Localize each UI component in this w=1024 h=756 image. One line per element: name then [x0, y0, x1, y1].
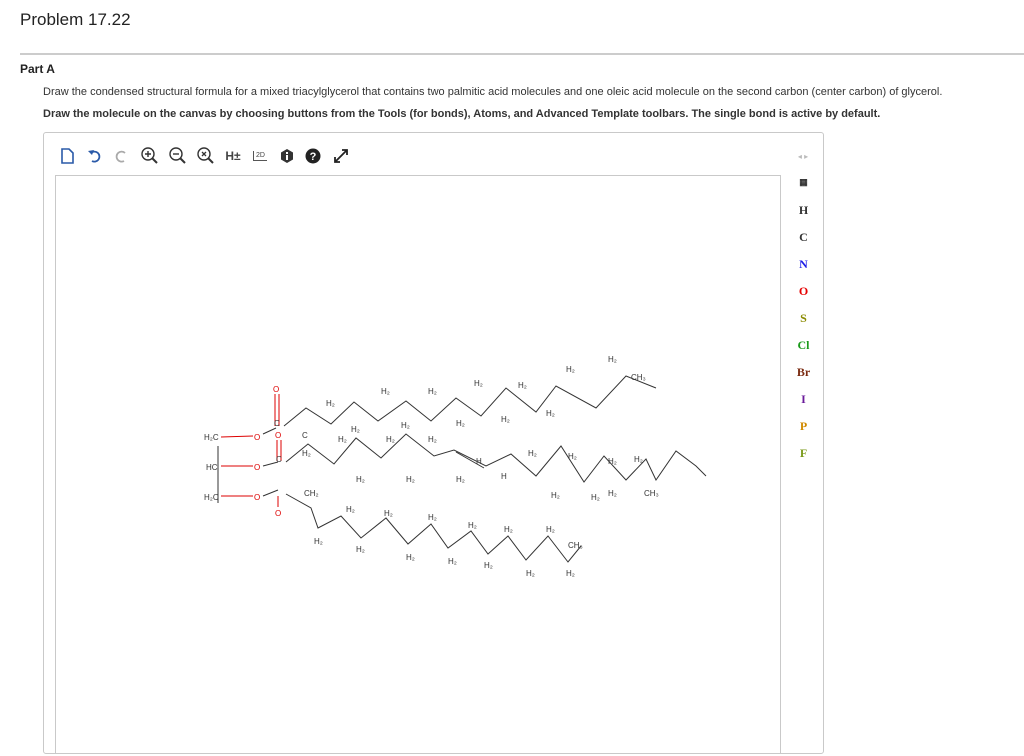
atom-h-button[interactable]: H: [784, 203, 823, 218]
ch2-label: H₂: [526, 569, 535, 578]
ch2-group-label: CH₂: [304, 489, 319, 498]
clean-2d-button[interactable]: 2D: [249, 147, 271, 165]
carbonyl-oxygen-1: O: [273, 385, 279, 394]
undo-icon[interactable]: [86, 147, 104, 165]
atom-cl-button[interactable]: Cl: [784, 338, 823, 353]
carbonyl-oxygen-3: O: [275, 509, 281, 518]
problem-title: Problem 17.22: [20, 10, 131, 29]
ch2-label: H₂: [386, 435, 395, 444]
ch2-label: H₂: [406, 475, 415, 484]
header-divider: [20, 53, 1024, 55]
svg-text:?: ?: [310, 151, 317, 163]
ch3-label: CH₃: [631, 373, 646, 382]
ester-oxygen-3: O: [254, 493, 260, 502]
glycerol-ch2-bottom: H₂C: [204, 493, 219, 502]
ch2-label: H₂: [428, 435, 437, 444]
collapse-toggle-icon[interactable]: ◂ ▸: [788, 147, 818, 165]
ch2-label: H₂: [608, 355, 617, 364]
ch2-label: H₂: [356, 475, 365, 484]
ch2-label: H₂: [428, 387, 437, 396]
ch2-label: H₂: [634, 455, 643, 464]
ch2-label: H₂: [448, 557, 457, 566]
ch2-label: H₂: [346, 505, 355, 514]
atom-br-button[interactable]: Br: [784, 365, 823, 380]
ch2-label: H₂: [314, 537, 323, 546]
ch2-label: H₂: [456, 475, 465, 484]
part-label: Part A: [20, 62, 55, 76]
periodic-table-icon[interactable]: ▦: [784, 177, 823, 188]
top-toolbar: H± 2D ? ◂ ▸: [44, 133, 823, 171]
triacylglycerol-structure: H₂C HC H₂C O O O O O O C C C H₂ H₂ H₂ H₂…: [204, 355, 707, 578]
ch2-label: H₂: [518, 381, 527, 390]
ch-label: H: [501, 472, 507, 481]
ch2-label: H₂: [401, 421, 410, 430]
atom-n-button[interactable]: N: [784, 257, 823, 272]
glycerol-ch: HC: [206, 463, 218, 472]
ch2-label: H₂: [381, 387, 390, 396]
ch2-label: H₂: [608, 489, 617, 498]
ch2-label: H₂: [568, 452, 577, 461]
ch-label: H: [476, 457, 482, 466]
carbon-label: C: [276, 455, 282, 464]
help-icon[interactable]: ?: [304, 147, 322, 165]
atoms-toolbar: ▦ H C N O S Cl Br I P F: [784, 171, 823, 753]
carbon-label: C: [274, 419, 280, 428]
ch2-label: H₂: [428, 513, 437, 522]
expand-icon[interactable]: [332, 147, 350, 165]
explicit-hydrogens-button[interactable]: H±: [222, 147, 244, 165]
ch2-label: H₂: [302, 449, 311, 458]
ch2-label: H₂: [504, 525, 513, 534]
instruction-text: Draw the condensed structural formula fo…: [43, 86, 943, 98]
redo-icon[interactable]: [112, 147, 130, 165]
new-document-icon[interactable]: [58, 147, 76, 165]
ch2-label: H₂: [338, 435, 347, 444]
zoom-reset-icon[interactable]: [196, 147, 216, 165]
ch2-label: H₂: [456, 419, 465, 428]
atom-p-button[interactable]: P: [784, 419, 823, 434]
ch2-label: H₂: [484, 561, 493, 570]
ch2-label: H₂: [406, 553, 415, 562]
clean-2d-label: 2D: [253, 151, 267, 161]
ch2-label: H₂: [528, 449, 537, 458]
ch2-label: H₂: [546, 409, 555, 418]
ch2-label: H₂: [551, 491, 560, 500]
ch2-label: H₂: [468, 521, 477, 530]
ch2-label: H₂: [546, 525, 555, 534]
carbonyl-oxygen-2: O: [275, 431, 281, 440]
ch2-label: H₂: [474, 379, 483, 388]
glycerol-ch2-top: H₂C: [204, 433, 219, 442]
carbon-label: C: [302, 431, 308, 440]
ch3-label: CH₃: [644, 489, 659, 498]
ch2-label: H₂: [566, 569, 575, 578]
drawing-canvas[interactable]: H₂C HC H₂C O O O O O O C C C H₂ H₂ H₂ H₂…: [55, 175, 781, 753]
info-icon[interactable]: [278, 147, 296, 165]
ch2-label: H₂: [326, 399, 335, 408]
molecule-editor: H± 2D ? ◂ ▸ + -: [43, 132, 824, 754]
atom-o-button[interactable]: O: [784, 284, 823, 299]
ch2-label: H₂: [356, 545, 365, 554]
ester-oxygen-2: O: [254, 463, 260, 472]
ch2-label: H₂: [608, 457, 617, 466]
atom-f-button[interactable]: F: [784, 446, 823, 461]
ester-oxygen-1: O: [254, 433, 260, 442]
ch2-label: H₂: [591, 493, 600, 502]
ch2-label: H₂: [384, 509, 393, 518]
ch2-label: H₂: [351, 425, 360, 434]
atom-c-button[interactable]: C: [784, 230, 823, 245]
zoom-out-icon[interactable]: [168, 147, 188, 165]
atom-i-button[interactable]: I: [784, 392, 823, 407]
ch3-label: CH₃: [568, 541, 583, 550]
atom-s-button[interactable]: S: [784, 311, 823, 326]
ch2-label: H₂: [566, 365, 575, 374]
ch2-label: H₂: [501, 415, 510, 424]
instruction-bold-text: Draw the molecule on the canvas by choos…: [43, 108, 881, 120]
zoom-in-icon[interactable]: [140, 147, 160, 165]
